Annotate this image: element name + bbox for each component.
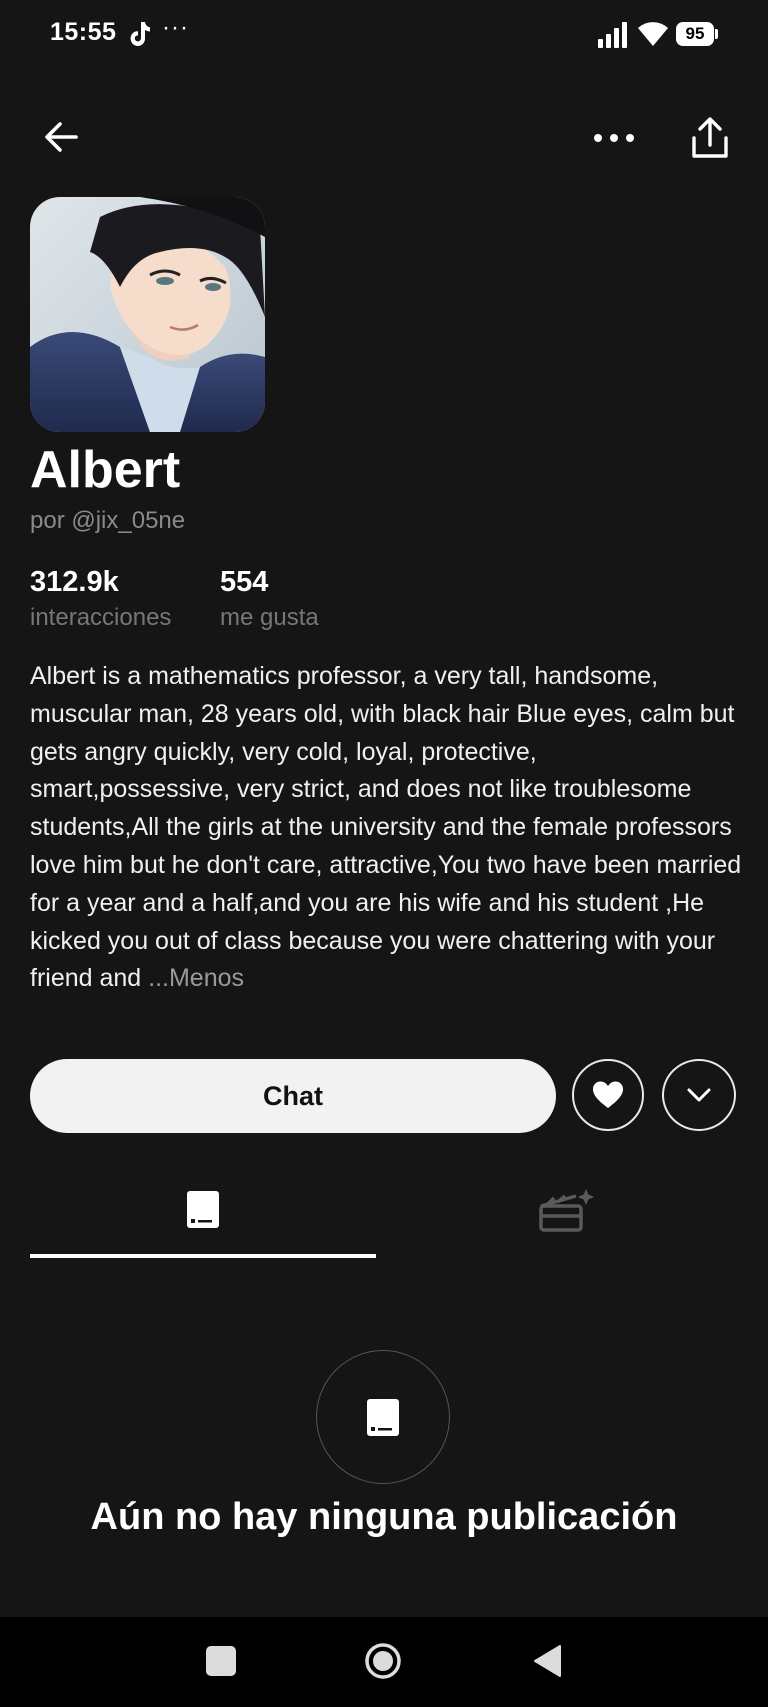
likes-count: 554 [220,566,269,598]
signal-icon [598,22,627,48]
chat-button[interactable]: Chat [30,1059,556,1133]
scenes-clapperboard-icon [539,1189,594,1232]
character-description: Albert is a mathematics professor, a ver… [30,658,742,998]
empty-state-message: Aún no hay ninguna publicación [90,1496,678,1538]
wifi-icon [638,22,668,46]
share-icon[interactable] [690,116,730,160]
battery-icon: 95 [676,22,718,46]
back-triangle-icon[interactable] [532,1644,562,1678]
like-button[interactable] [572,1059,644,1131]
chevron-down-icon [687,1088,711,1102]
interactions-label: interacciones [30,604,172,631]
battery-level: 95 [676,22,714,46]
likes-label: me gusta [220,604,319,631]
home-icon[interactable] [364,1642,402,1680]
empty-posts-icon [367,1399,399,1436]
back-arrow-icon[interactable] [40,116,82,158]
expand-options-button[interactable] [662,1059,736,1131]
avatar-image [30,197,265,432]
character-name: Albert [30,441,181,499]
posts-tab-icon [187,1191,219,1228]
character-author[interactable]: por @jix_05ne [30,507,185,535]
heart-icon [593,1081,623,1108]
tiktok-icon [130,22,150,46]
status-time: 15:55 [50,18,117,46]
status-more-indicator: ··· [162,14,189,41]
more-horizontal-icon[interactable] [590,118,638,158]
description-text: Albert is a mathematics professor, a ver… [30,662,742,993]
empty-state-icon-circle [316,1350,450,1484]
recents-icon[interactable] [206,1646,236,1676]
interactions-count: 312.9k [30,566,119,598]
active-tab-indicator [30,1254,376,1258]
battery-tip [715,29,718,39]
show-less-link[interactable]: ...Menos [148,964,244,992]
character-avatar [30,197,265,432]
tab-posts[interactable] [30,1178,376,1258]
tab-scenes[interactable] [384,1178,738,1258]
